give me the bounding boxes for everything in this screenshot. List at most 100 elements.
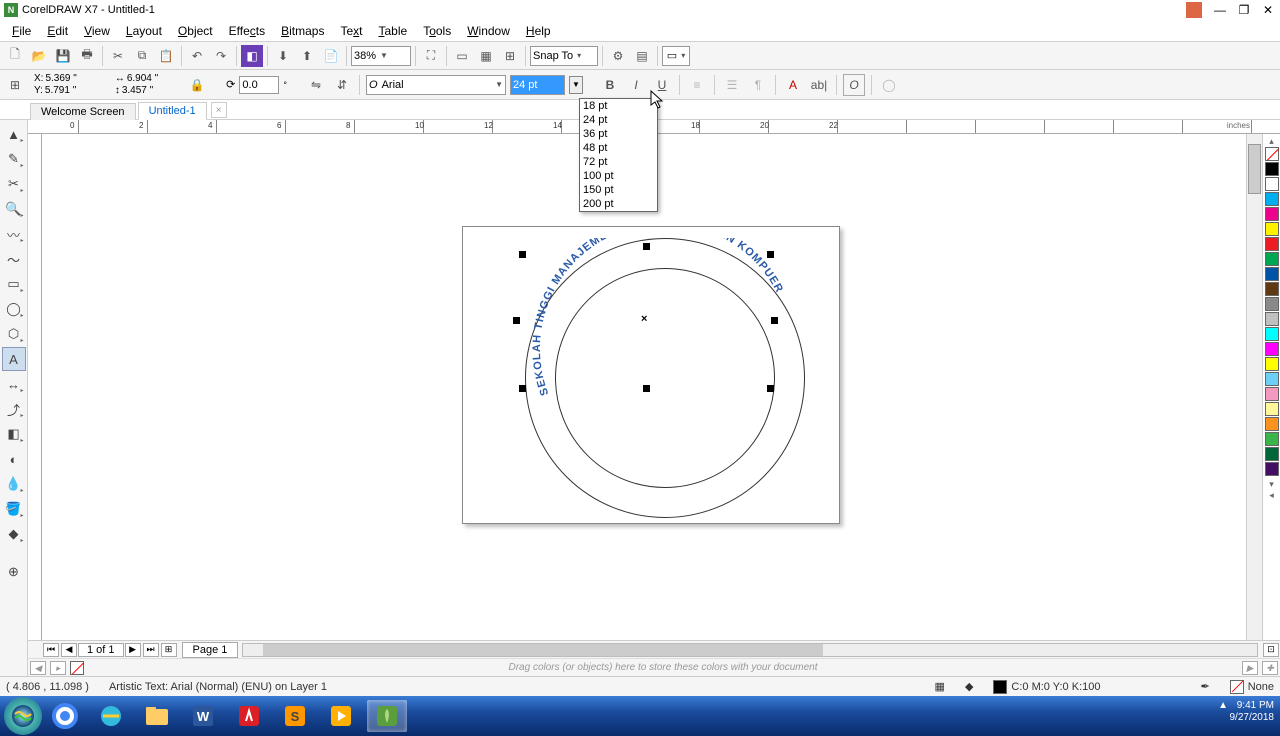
italic-icon[interactable]: I	[625, 74, 647, 96]
size-option-36[interactable]: 36 pt	[580, 127, 657, 141]
handle-bl[interactable]	[519, 385, 526, 392]
search-content-icon[interactable]: ◧	[241, 45, 263, 67]
interactive-fill-icon[interactable]: 🪣▸	[2, 497, 26, 521]
bold-icon[interactable]: B	[599, 74, 621, 96]
swatch[interactable]	[1265, 357, 1279, 371]
swatch-none[interactable]	[1265, 147, 1279, 161]
new-icon[interactable]: 🗋	[4, 45, 26, 67]
x-value[interactable]: 5.369 "	[45, 73, 76, 85]
docpal-menu-icon[interactable]: ▸	[50, 661, 66, 675]
menu-tools[interactable]: Tools	[415, 22, 459, 40]
swatch[interactable]	[1265, 402, 1279, 416]
swatch[interactable]	[1265, 447, 1279, 461]
freehand-tool-icon[interactable]: 〰▸	[2, 222, 26, 246]
quick-customize-icon[interactable]: ⊕	[2, 560, 26, 584]
docpal-prev-icon[interactable]: ◀	[30, 661, 46, 675]
edit-text-icon[interactable]: ab|	[808, 74, 830, 96]
outline-swatch-icon[interactable]	[1230, 680, 1244, 694]
rectangle-tool-icon[interactable]: ▭▸	[2, 272, 26, 296]
swatch[interactable]	[1265, 462, 1279, 476]
menu-bitmaps[interactable]: Bitmaps	[273, 22, 332, 40]
swatch[interactable]	[1265, 267, 1279, 281]
menu-object[interactable]: Object	[170, 22, 221, 40]
print-icon[interactable]: 🖶	[76, 45, 98, 67]
size-option-24[interactable]: 24 pt	[580, 113, 657, 127]
swatch[interactable]	[1265, 327, 1279, 341]
show-rulers-icon[interactable]: ▭	[451, 45, 473, 67]
pick-tool-icon[interactable]: ▲▸	[2, 122, 26, 146]
fullscreen-icon[interactable]: ⛶	[420, 45, 442, 67]
text-tool-icon[interactable]: A	[2, 347, 26, 371]
snap-indicator-icon[interactable]: ▦	[935, 680, 945, 693]
lock-ratio-icon[interactable]: 🔒	[186, 74, 208, 96]
menu-text[interactable]: Text	[332, 22, 370, 40]
tab-close-icon[interactable]: ×	[211, 102, 227, 118]
page-first-icon[interactable]: ⏮	[43, 643, 59, 657]
export-icon[interactable]: ⬆	[296, 45, 318, 67]
maximize-button[interactable]: ❐	[1236, 3, 1252, 17]
swatch[interactable]	[1265, 252, 1279, 266]
publish-pdf-icon[interactable]: 📄	[320, 45, 342, 67]
handle-bc[interactable]	[643, 385, 650, 392]
import-icon[interactable]: ⬇	[272, 45, 294, 67]
page-last-icon[interactable]: ⏭	[143, 643, 159, 657]
curved-text[interactable]: SEKOLAH TINGGI MANAJEMEN INFORMATIKA DAN…	[525, 238, 805, 518]
color-proof-icon[interactable]: ◆	[965, 680, 973, 693]
transparency-tool-icon[interactable]: ◐	[2, 447, 26, 471]
font-combo[interactable]: OArial▼	[366, 75, 506, 95]
fill-swatch-icon[interactable]	[993, 680, 1007, 694]
copy-icon[interactable]: ⧉	[131, 45, 153, 67]
start-button[interactable]	[4, 697, 42, 735]
char-format-icon[interactable]: A	[782, 74, 804, 96]
menu-edit[interactable]: Edit	[39, 22, 76, 40]
height-value[interactable]: 3.457 "	[122, 85, 153, 97]
taskbar-sublime-icon[interactable]: S	[275, 700, 315, 732]
minimize-button[interactable]: —	[1212, 3, 1228, 17]
font-size-combo[interactable]: 24 pt	[510, 75, 565, 95]
tray-flag-icon[interactable]: ▲	[1218, 700, 1228, 712]
taskbar-explorer-icon[interactable]	[137, 700, 177, 732]
artistic-media-icon[interactable]: 〜	[2, 247, 26, 271]
tab-untitled[interactable]: Untitled-1	[138, 102, 207, 120]
handle-tl[interactable]	[519, 251, 526, 258]
swatch[interactable]	[1265, 192, 1279, 206]
paste-icon[interactable]: 📋	[155, 45, 177, 67]
outline-pen-icon[interactable]: ✒	[1200, 680, 1209, 693]
ellipse-tool-icon[interactable]: ◯▸	[2, 297, 26, 321]
swatch[interactable]	[1265, 282, 1279, 296]
size-option-150[interactable]: 150 pt	[580, 183, 657, 197]
handle-ml[interactable]	[513, 317, 520, 324]
menu-help[interactable]: Help	[518, 22, 559, 40]
handle-br[interactable]	[767, 385, 774, 392]
size-option-48[interactable]: 48 pt	[580, 141, 657, 155]
drop-shadow-icon[interactable]: ◧▸	[2, 422, 26, 446]
taskbar-chrome-icon[interactable]	[45, 700, 85, 732]
navigator-icon[interactable]: ⊡	[1263, 643, 1279, 657]
width-value[interactable]: 6.904 "	[127, 73, 158, 85]
zoom-combo[interactable]: 38%▼	[351, 46, 411, 66]
taskbar-adobe-icon[interactable]	[229, 700, 269, 732]
user-account-icon[interactable]	[1186, 2, 1202, 18]
app-launcher-icon[interactable]: ▤	[631, 45, 653, 67]
options-icon[interactable]: ⚙	[607, 45, 629, 67]
docpal-none[interactable]	[70, 661, 84, 675]
palette-flyout-icon[interactable]: ◂	[1263, 490, 1280, 501]
swatch[interactable]	[1265, 207, 1279, 221]
menu-table[interactable]: Table	[371, 22, 416, 40]
tab-welcome[interactable]: Welcome Screen	[30, 103, 136, 120]
docpal-next-icon[interactable]: ▶	[1242, 661, 1258, 675]
snap-to-combo[interactable]: Snap To▾	[530, 46, 598, 66]
size-option-100[interactable]: 100 pt	[580, 169, 657, 183]
text-direction-icon[interactable]: O	[843, 74, 865, 96]
menu-view[interactable]: View	[76, 22, 118, 40]
parallel-dim-icon[interactable]: ↔▸	[2, 372, 26, 396]
show-guidelines-icon[interactable]: ⊞	[499, 45, 521, 67]
docpal-add-icon[interactable]: ✚	[1262, 661, 1278, 675]
swatch[interactable]	[1265, 222, 1279, 236]
swatch[interactable]	[1265, 372, 1279, 386]
font-size-dropdown[interactable]: 18 pt 24 pt 36 pt 48 pt 72 pt 100 pt 150…	[579, 98, 658, 212]
size-option-200[interactable]: 200 pt	[580, 197, 657, 211]
menu-layout[interactable]: Layout	[118, 22, 170, 40]
menu-effects[interactable]: Effects	[221, 22, 273, 40]
palette-up-icon[interactable]: ▴	[1263, 136, 1280, 147]
